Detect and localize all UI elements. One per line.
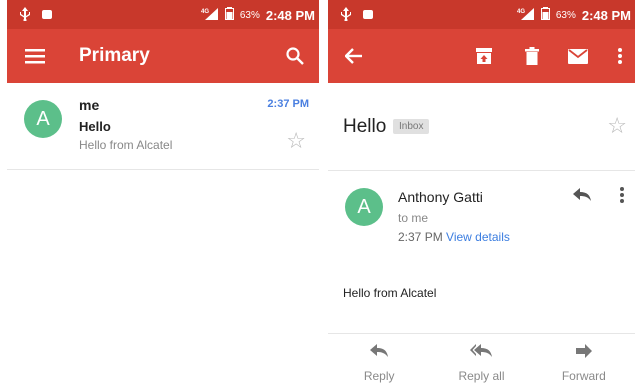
android-icon	[41, 8, 53, 23]
message-meta: 2:37 PM View details	[398, 230, 510, 244]
reply-icon	[370, 344, 389, 363]
sender-name: me	[79, 97, 100, 113]
reply-all-label: Reply all	[458, 369, 505, 383]
reply-all-icon	[470, 344, 493, 363]
star-outline-icon[interactable]: ☆	[286, 128, 306, 154]
inbox-label[interactable]: Inbox	[393, 119, 430, 134]
page-title: Primary	[79, 45, 150, 66]
clock: 2:48 PM	[581, 7, 631, 23]
forward-label: Forward	[561, 369, 606, 383]
mail-icon[interactable]	[566, 44, 590, 68]
reply-icon[interactable]	[573, 188, 591, 207]
star-outline-icon[interactable]: ☆	[607, 113, 627, 139]
avatar: A	[24, 100, 62, 138]
reply-all-button[interactable]: Reply all	[430, 334, 532, 385]
view-details-link[interactable]: View details	[446, 230, 510, 244]
reply-button[interactable]: Reply	[328, 334, 430, 385]
toolbar: Primary	[7, 29, 319, 83]
usb-icon	[19, 7, 31, 24]
back-arrow-icon[interactable]	[342, 44, 366, 68]
search-icon[interactable]	[283, 44, 307, 68]
battery-percent: 63%	[555, 9, 576, 21]
hamburger-menu-icon[interactable]	[23, 44, 47, 68]
signal-type-label: 4G	[517, 9, 525, 15]
status-bar: 4G 63% 2:48 PM	[7, 0, 319, 29]
email-time: 2:37 PM	[267, 98, 309, 110]
archive-icon[interactable]	[472, 44, 496, 68]
avatar[interactable]: A	[345, 188, 383, 226]
email-subject: Hello	[79, 119, 111, 134]
android-icon	[362, 8, 374, 23]
message-header: A Anthony Gatti to me 2:37 PM View detai…	[328, 171, 635, 251]
subject-header: Hello Inbox ☆	[328, 83, 635, 171]
signal-icon: 4G	[201, 7, 219, 23]
email-snippet: Hello from Alcatel	[79, 138, 173, 152]
message-screen: 4G 63% 2:48 PM Hello Inbox ☆ A Anthony G…	[328, 0, 635, 385]
status-bar: 4G 63% 2:48 PM	[328, 0, 635, 29]
message-subject: Hello	[343, 116, 387, 137]
message-body: Hello from Alcatel	[343, 286, 437, 300]
sender-name: Anthony Gatti	[398, 189, 483, 205]
signal-icon: 4G	[517, 7, 535, 23]
message-actions: Reply Reply all Forward	[328, 333, 635, 385]
trash-icon[interactable]	[520, 44, 544, 68]
forward-icon	[575, 344, 592, 363]
more-vert-icon[interactable]	[608, 44, 632, 68]
forward-button[interactable]: Forward	[533, 334, 635, 385]
more-vert-icon[interactable]	[620, 187, 624, 208]
battery-icon	[224, 7, 234, 23]
clock: 2:48 PM	[265, 7, 315, 23]
recipient-line: to me	[398, 211, 429, 225]
usb-icon	[340, 7, 352, 24]
battery-icon	[540, 7, 550, 23]
toolbar	[328, 29, 635, 83]
signal-type-label: 4G	[201, 9, 209, 15]
message-time: 2:37 PM	[398, 230, 443, 244]
battery-percent: 63%	[239, 9, 260, 21]
list-item[interactable]: A me Hello Hello from Alcatel 2:37 PM ☆	[7, 83, 319, 170]
inbox-screen: 4G 63% 2:48 PM Primary A me Hello Hello …	[7, 0, 319, 385]
reply-label: Reply	[363, 369, 395, 383]
